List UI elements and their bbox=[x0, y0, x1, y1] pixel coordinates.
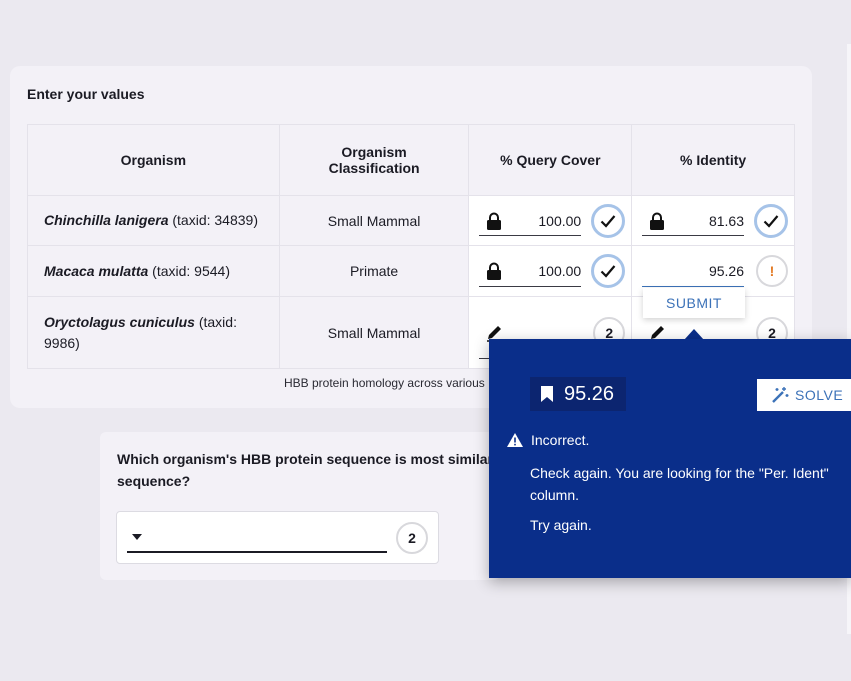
warning-icon bbox=[507, 433, 523, 447]
header-classification-line1: Organism bbox=[341, 144, 407, 160]
attempts-badge: 2 bbox=[396, 522, 428, 554]
check-icon bbox=[600, 214, 616, 228]
species-name: Macaca mulatta bbox=[44, 262, 149, 279]
solve-button[interactable]: SOLVE bbox=[757, 379, 851, 411]
bookmark-icon bbox=[541, 386, 553, 402]
species-name: Oryctolagus cuniculus bbox=[44, 313, 195, 330]
taxid: (taxid: 9544) bbox=[152, 262, 230, 279]
warning-badge: ! bbox=[756, 255, 788, 287]
header-organism: Organism bbox=[27, 124, 280, 196]
classification-cell: Small Mammal bbox=[278, 296, 470, 369]
question-line1: Which organism's HBB protein sequence is… bbox=[117, 451, 493, 467]
question-line2: sequence? bbox=[117, 473, 191, 489]
magic-wand-icon bbox=[772, 387, 789, 403]
header-identity: % Identity bbox=[631, 124, 795, 196]
lock-icon bbox=[650, 212, 665, 230]
header-classification-line2: Classification bbox=[328, 160, 420, 176]
select-underline bbox=[127, 551, 387, 553]
organism-cell: Macaca mulatta (taxid: 9544) bbox=[27, 245, 280, 297]
identity-value[interactable]: 95.26 bbox=[709, 263, 744, 279]
check-icon bbox=[763, 214, 779, 228]
input-underline bbox=[642, 286, 744, 287]
feedback-status: Incorrect. bbox=[507, 432, 589, 448]
input-underline bbox=[479, 286, 582, 287]
input-underline bbox=[479, 235, 582, 236]
correct-badge bbox=[591, 203, 626, 238]
species-name: Chinchilla lanigera bbox=[44, 212, 169, 228]
input-underline bbox=[642, 235, 744, 236]
feedback-try-again: Try again. bbox=[530, 517, 592, 533]
feedback-popup: 95.26 SOLVE Incorrect. Check again. You … bbox=[489, 339, 851, 578]
table-caption: HBB protein homology across various bbox=[284, 376, 485, 390]
query-cover-input: 100.00 bbox=[468, 245, 633, 297]
query-cover-value: 100.00 bbox=[538, 263, 582, 279]
classification-cell: Small Mammal bbox=[278, 195, 470, 246]
card-title: Enter your values bbox=[27, 86, 145, 102]
classification-cell: Primate bbox=[278, 245, 470, 297]
answer-value: 95.26 bbox=[564, 382, 615, 405]
taxid-continued: 9986) bbox=[44, 334, 80, 351]
page: Enter your values Organism Organism Clas… bbox=[0, 0, 851, 681]
organism-select[interactable]: 2 bbox=[116, 511, 439, 564]
check-icon bbox=[600, 265, 616, 278]
solve-label: SOLVE bbox=[795, 387, 844, 403]
organism-cell: Chinchilla lanigera (taxid: 34839) bbox=[27, 195, 280, 246]
identity-input: 81.63 bbox=[631, 195, 795, 246]
submit-button[interactable]: SUBMIT bbox=[643, 288, 745, 318]
query-cover-input: 100.00 bbox=[468, 195, 633, 246]
correct-badge bbox=[754, 203, 788, 238]
lock-icon bbox=[487, 262, 502, 280]
organism-cell: Oryctolagus cuniculus (taxid: 9986) bbox=[27, 296, 280, 369]
lock-icon bbox=[487, 212, 502, 230]
taxid: (taxid: 34839) bbox=[172, 212, 258, 228]
answer-chip: 95.26 bbox=[530, 377, 627, 411]
question-card: Which organism's HBB protein sequence is… bbox=[100, 432, 500, 580]
correct-badge bbox=[591, 254, 626, 288]
identity-value: 81.63 bbox=[708, 212, 744, 229]
feedback-status-text: Incorrect. bbox=[531, 432, 590, 448]
taxid: (taxid: bbox=[198, 313, 237, 330]
question-text: Which organism's HBB protein sequence is… bbox=[117, 448, 497, 492]
table-row: Chinchilla lanigera (taxid: 34839) Small… bbox=[27, 195, 795, 246]
feedback-message: Check again. You are looking for the "Pe… bbox=[530, 465, 829, 503]
query-cover-value: 100.00 bbox=[538, 212, 582, 229]
header-classification: Organism Classification bbox=[278, 124, 470, 196]
homology-table: Organism Organism Classification % Query… bbox=[27, 124, 795, 369]
caret-down-icon[interactable] bbox=[132, 534, 142, 540]
header-query-cover: % Query Cover bbox=[468, 124, 633, 196]
